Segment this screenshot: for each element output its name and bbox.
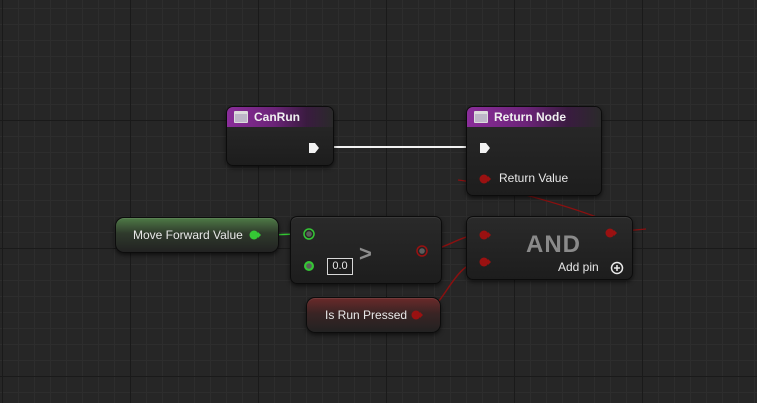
return-node[interactable]: Return Node Return Value [466,106,602,196]
and-input-b-pin[interactable] [479,256,491,268]
add-pin-label: Add pin [558,260,599,274]
compare-input-a-pin[interactable] [303,228,315,240]
move-forward-value-label: Move Forward Value [133,228,243,242]
canrun-node-header: CanRun [227,107,333,127]
add-pin-icon[interactable] [610,261,624,275]
is-run-pressed-node[interactable]: Is Run Pressed [306,297,441,333]
return-node-header: Return Node [467,107,601,127]
canrun-node-title: CanRun [254,110,300,124]
float-output-pin-icon[interactable] [249,229,261,241]
canrun-entry-node[interactable]: CanRun [226,106,334,166]
function-icon [234,111,248,123]
compare-output-pin[interactable] [416,245,428,257]
and-output-pin[interactable] [605,227,617,239]
default-value-input[interactable]: 0.0 [327,258,353,275]
function-icon [474,111,488,123]
move-forward-value-node[interactable]: Move Forward Value [115,217,279,253]
exec-input-pin[interactable] [479,142,491,154]
blueprint-graph-canvas[interactable]: CanRun Return Node Return Value Move For… [0,0,757,403]
return-value-pin-icon[interactable] [479,173,491,185]
return-node-title: Return Node [494,110,566,124]
exec-output-pin[interactable] [308,142,320,154]
is-run-pressed-label: Is Run Pressed [325,308,408,322]
and-input-a-pin[interactable] [479,229,491,241]
bool-output-pin-icon[interactable] [411,309,423,321]
and-node-title: AND [526,231,581,258]
greater-than-node[interactable]: 0.0 > [290,216,442,284]
return-value-label: Return Value [499,171,569,185]
wires-layer [255,146,647,316]
compare-input-b-pin[interactable] [303,260,315,272]
greater-than-symbol: > [359,241,372,266]
and-node[interactable]: AND Add pin [466,216,633,280]
